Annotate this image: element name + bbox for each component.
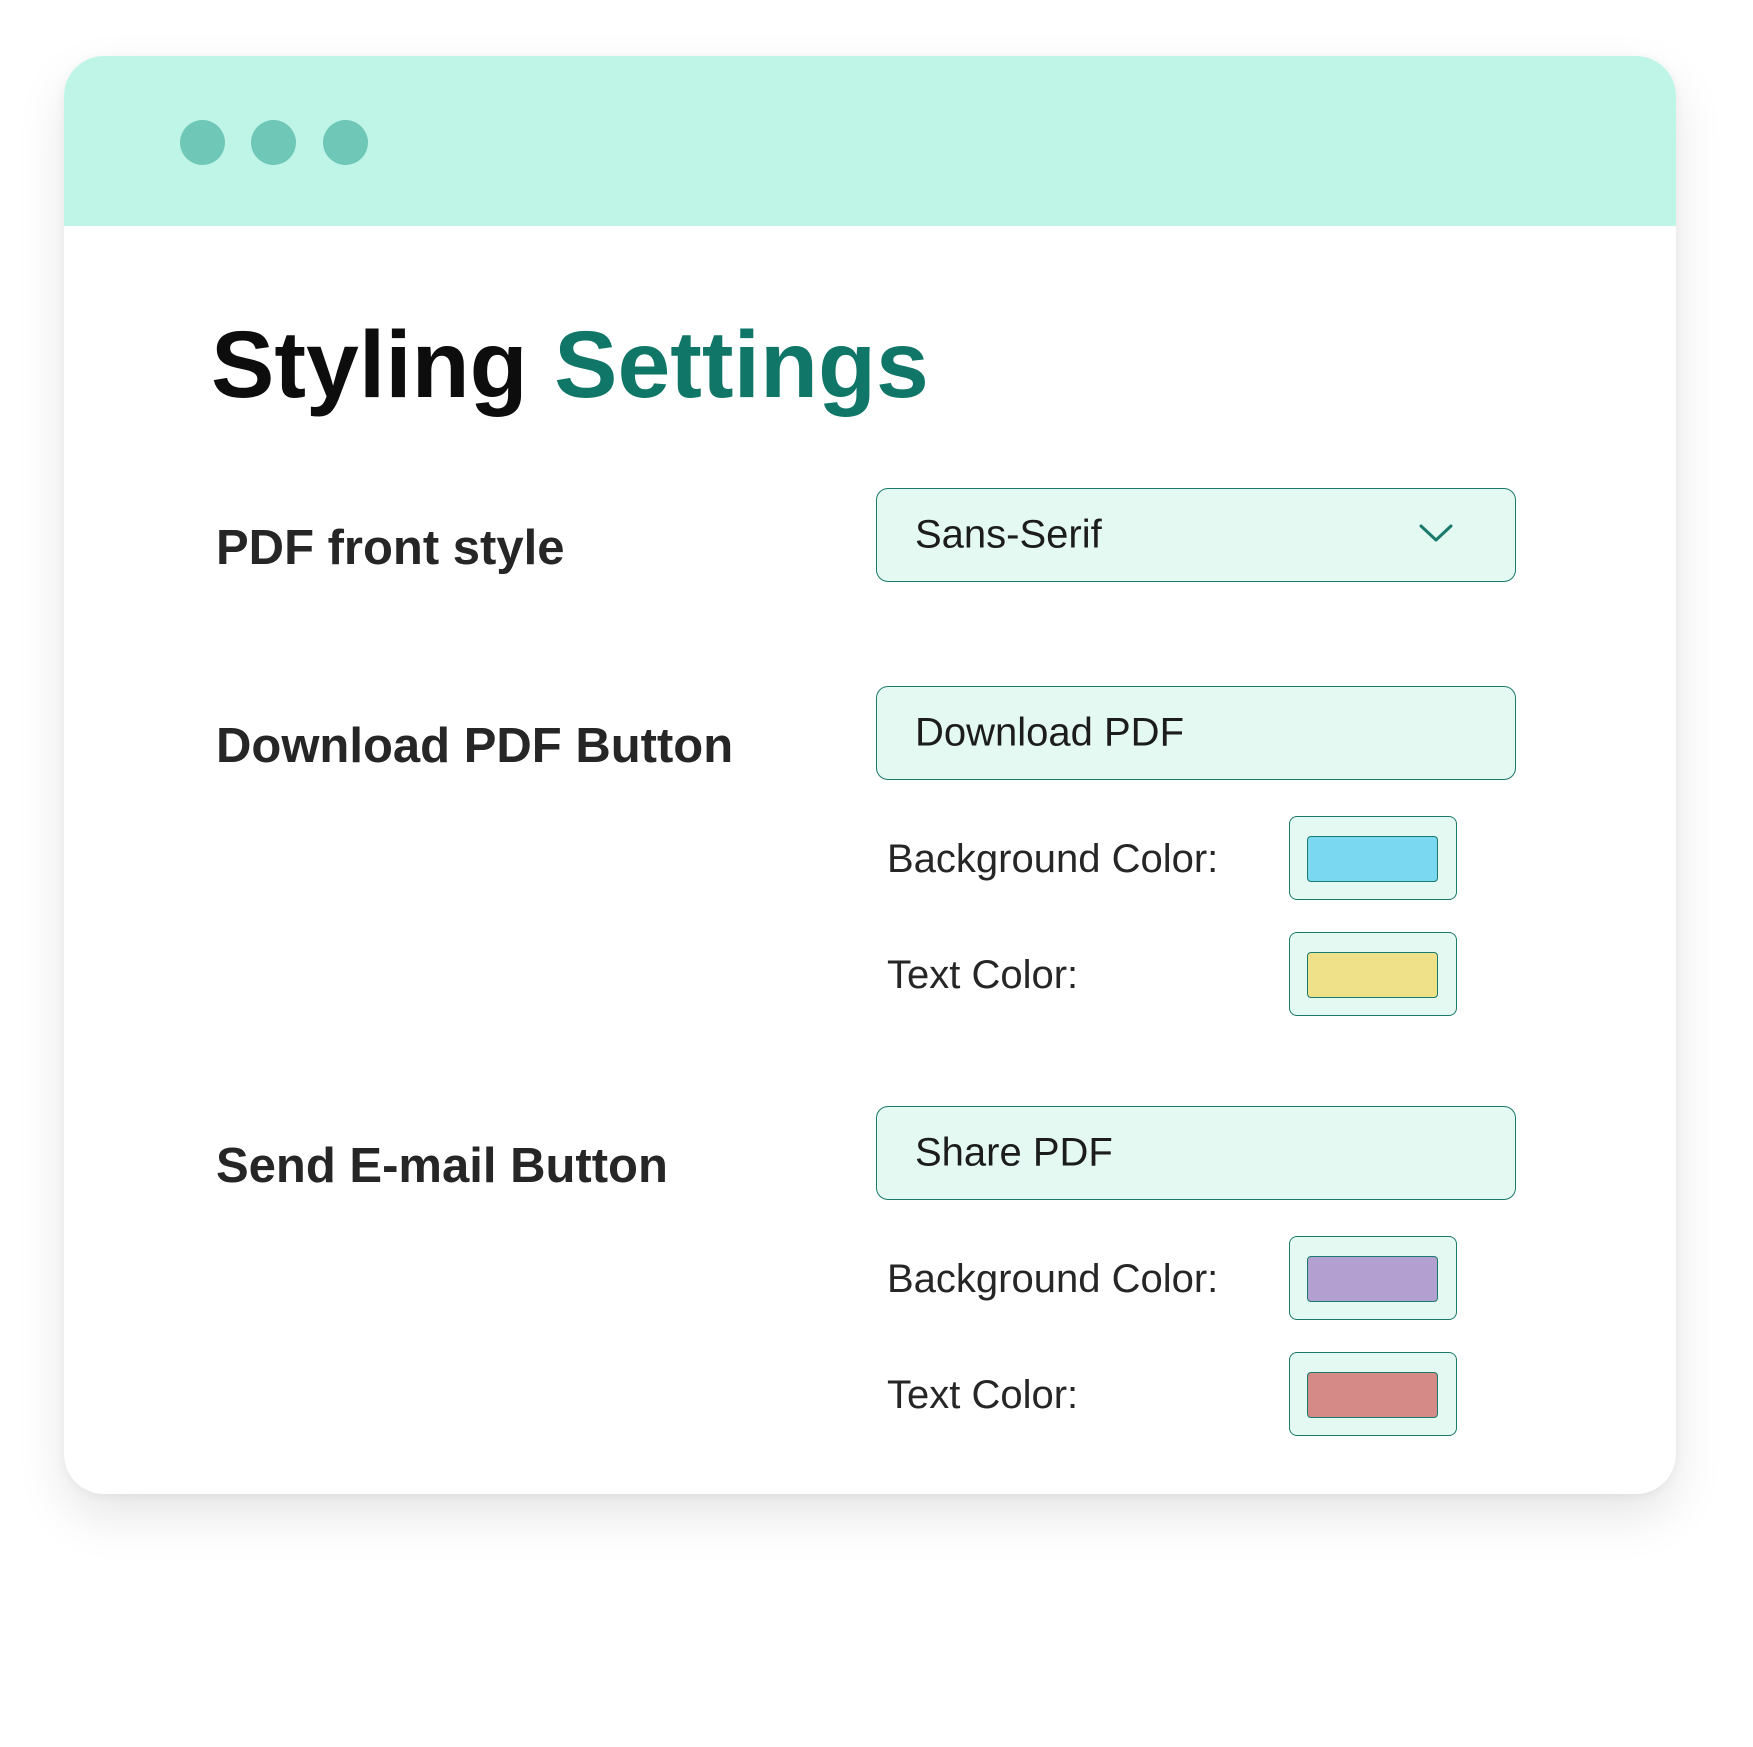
page-title-part1: Styling bbox=[211, 312, 528, 418]
email-text-color-swatch bbox=[1307, 1372, 1438, 1418]
download-text-color-swatch bbox=[1307, 952, 1438, 998]
window-titlebar bbox=[64, 56, 1676, 226]
email-button-text-field[interactable]: Share PDF bbox=[876, 1106, 1516, 1200]
download-button-text-field[interactable]: Download PDF bbox=[876, 686, 1516, 780]
email-background-color-label: Background Color: bbox=[887, 1257, 1219, 1301]
download-text-color-label: Text Color: bbox=[887, 953, 1079, 997]
email-background-color-swatch bbox=[1307, 1256, 1438, 1302]
window-dot-1[interactable] bbox=[180, 120, 225, 165]
download-button-text-value: Download PDF bbox=[915, 710, 1185, 755]
chevron-down-icon[interactable] bbox=[1419, 523, 1453, 543]
page-title: Styling Settings bbox=[211, 318, 929, 413]
font-style-value: Sans-Serif bbox=[915, 512, 1102, 557]
download-button-label: Download PDF Button bbox=[216, 719, 734, 773]
font-style-label: PDF front style bbox=[216, 521, 565, 575]
window-dot-3[interactable] bbox=[323, 120, 368, 165]
download-text-color-picker[interactable] bbox=[1289, 932, 1457, 1016]
email-button-label: Send E-mail Button bbox=[216, 1139, 668, 1193]
download-background-color-picker[interactable] bbox=[1289, 816, 1457, 900]
download-background-color-label: Background Color: bbox=[887, 837, 1219, 881]
email-text-color-picker[interactable] bbox=[1289, 1352, 1457, 1436]
page-title-part2: Settings bbox=[554, 312, 929, 418]
font-style-select[interactable]: Sans-Serif bbox=[876, 488, 1516, 582]
download-background-color-swatch bbox=[1307, 836, 1438, 882]
window-dot-2[interactable] bbox=[251, 120, 296, 165]
email-button-text-value: Share PDF bbox=[915, 1130, 1113, 1175]
settings-window: Styling Settings PDF front style Sans-Se… bbox=[64, 56, 1676, 1494]
email-background-color-picker[interactable] bbox=[1289, 1236, 1457, 1320]
email-text-color-label: Text Color: bbox=[887, 1373, 1079, 1417]
